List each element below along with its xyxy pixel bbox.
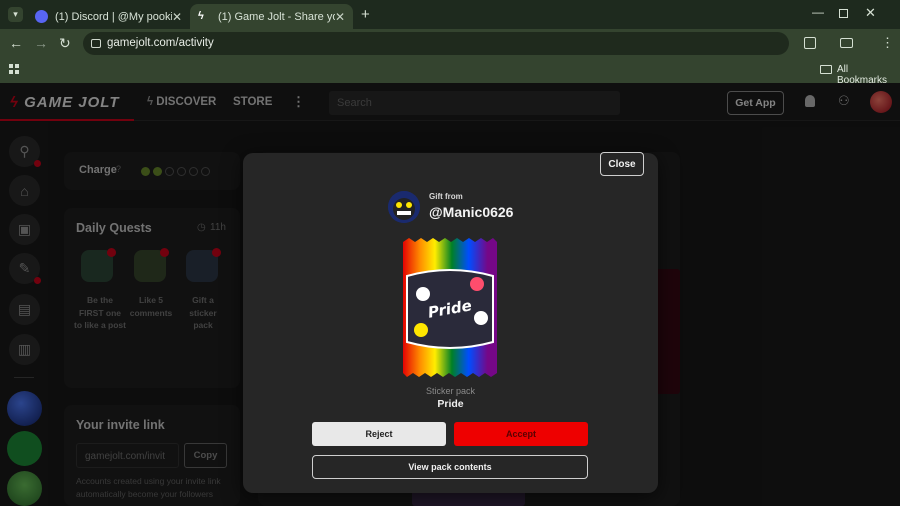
gamejolt-favicon-icon: ϟ bbox=[198, 10, 204, 22]
window-close-icon[interactable]: ✕ bbox=[865, 6, 876, 19]
tab-title: (1) Game Jolt - Share your cre bbox=[218, 10, 335, 23]
maximize-icon[interactable] bbox=[839, 9, 848, 18]
site-info-icon[interactable] bbox=[91, 39, 101, 48]
browser-menu-icon[interactable]: ⋮ bbox=[881, 36, 894, 49]
pack-type-label: Sticker pack bbox=[425, 386, 476, 396]
back-arrow-icon[interactable]: ← bbox=[9, 36, 23, 50]
tab-discord[interactable]: (1) Discord | @My pookie ❤️🔴 ✕ bbox=[27, 4, 190, 29]
gift-from-label: Gift from bbox=[429, 192, 463, 201]
extensions-icon[interactable] bbox=[804, 37, 816, 49]
tab-title: (1) Discord | @My pookie ❤️🔴 bbox=[55, 11, 172, 23]
close-icon[interactable]: ✕ bbox=[335, 10, 345, 24]
bookmarks-bar: All Bookmarks bbox=[0, 58, 900, 86]
gifter-avatar bbox=[388, 191, 420, 223]
pack-name: Pride bbox=[437, 398, 464, 410]
view-pack-contents-button[interactable]: View pack contents bbox=[312, 455, 588, 479]
gifter-username[interactable]: @Manic0626 bbox=[429, 204, 513, 220]
minimize-icon[interactable]: — bbox=[812, 6, 824, 18]
tab-search-icon[interactable]: ▾ bbox=[8, 7, 23, 22]
gift-modal: Close Gift from @Manic0626 Pride Sticker… bbox=[243, 152, 658, 493]
new-tab-button[interactable]: + bbox=[361, 7, 370, 22]
reject-button[interactable]: Reject bbox=[312, 422, 446, 446]
apps-grid-icon[interactable] bbox=[9, 64, 19, 74]
close-button[interactable]: Close bbox=[600, 152, 644, 176]
url-text: gamejolt.com/activity bbox=[107, 37, 214, 49]
forward-arrow-icon[interactable]: → bbox=[34, 36, 48, 50]
pride-pack-art: Pride bbox=[403, 238, 497, 377]
tab-gamejolt[interactable]: ϟ (1) Game Jolt - Share your cre ✕ bbox=[190, 4, 353, 29]
browser-tab-bar: ▾ (1) Discord | @My pookie ❤️🔴 ✕ ϟ (1) G… bbox=[0, 0, 900, 29]
accept-button[interactable]: Accept bbox=[454, 422, 588, 446]
discord-favicon-icon bbox=[35, 10, 48, 23]
gifter-avatar-art bbox=[388, 191, 420, 223]
folder-icon bbox=[820, 65, 832, 74]
close-icon[interactable]: ✕ bbox=[172, 10, 182, 24]
side-panel-icon[interactable] bbox=[840, 38, 853, 48]
reload-icon[interactable]: ↻ bbox=[59, 36, 71, 50]
address-bar[interactable]: gamejolt.com/activity bbox=[83, 32, 789, 55]
sticker-pack-image[interactable]: Pride bbox=[403, 238, 497, 377]
